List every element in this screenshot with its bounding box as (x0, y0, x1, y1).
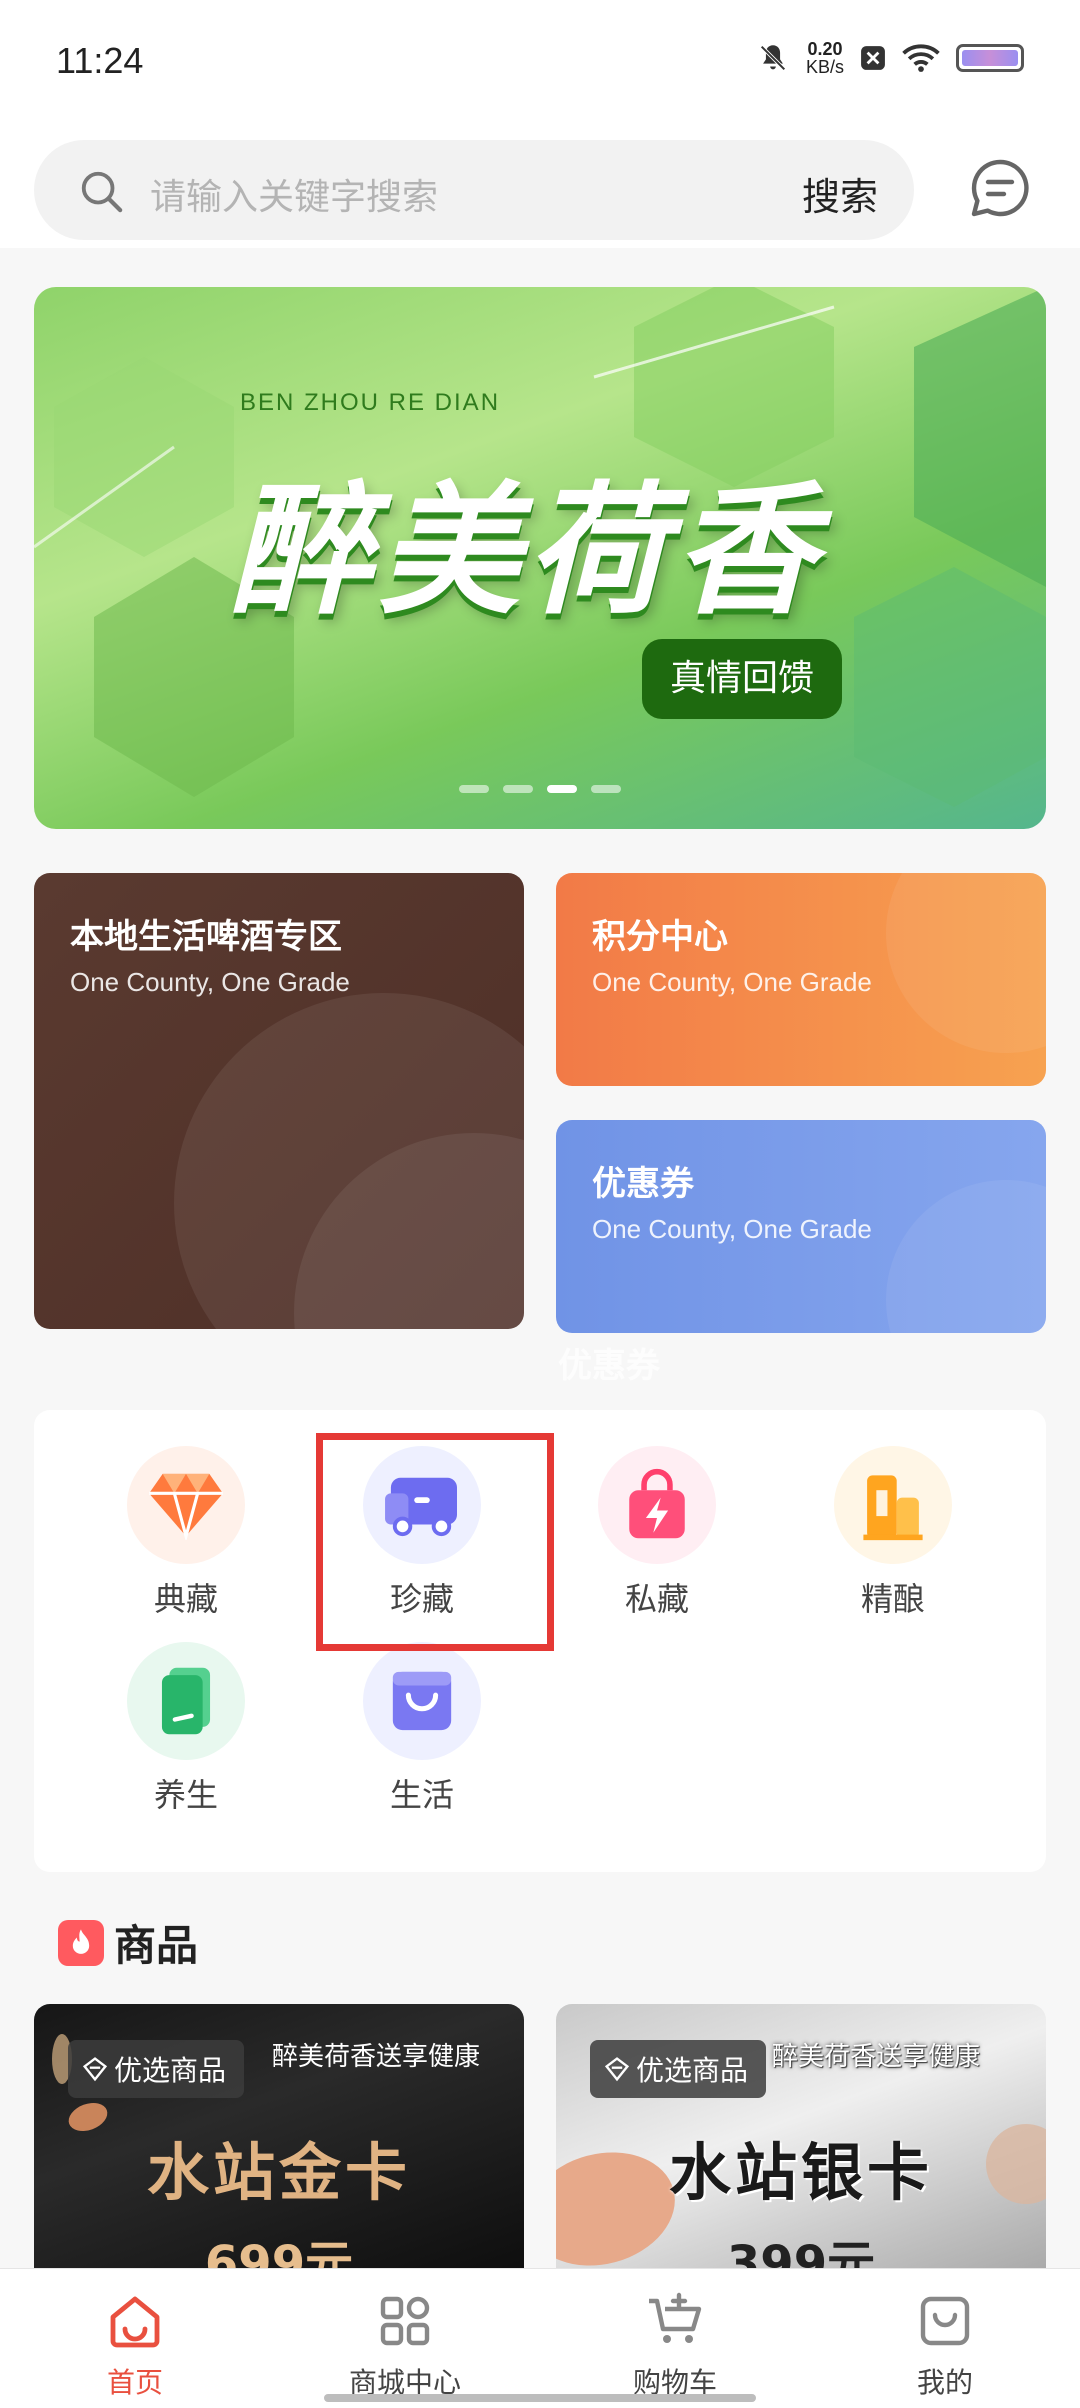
product-tagline: 醉美荷香送享健康 (772, 2042, 981, 2072)
network-speed: 0.20 KB/s (806, 40, 844, 76)
close-box-icon (861, 46, 885, 70)
product-badge: 优选商品 (590, 2040, 767, 2098)
shopping-bag-icon (598, 1446, 716, 1564)
book-icon (127, 1642, 245, 1760)
building-icon (834, 1446, 952, 1564)
profile-bag-icon (920, 2296, 970, 2346)
search-input[interactable]: 请输入关键字搜索 搜索 (34, 140, 914, 240)
search-placeholder: 请输入关键字搜索 (150, 177, 439, 218)
status-time: 11:24 (56, 40, 144, 81)
home-indicator[interactable] (324, 2394, 756, 2402)
nav-mall-center[interactable]: 商城中心 (270, 2269, 540, 2408)
products-section-header: 商品 (58, 1912, 198, 1973)
search-button[interactable]: 搜索 (802, 166, 878, 221)
nav-label: 首页 (106, 2366, 163, 2399)
category-shenghuo[interactable]: 生活 (322, 1642, 522, 1816)
promo-banner[interactable]: BEN ZHOU RE DIAN 醉美荷香 真情回馈 (34, 287, 1046, 829)
product-tagline: 醉美荷香送享健康 (272, 2042, 481, 2072)
category-yangsheng[interactable]: 养生 (86, 1642, 286, 1816)
card-title: 积分中心 (592, 917, 728, 957)
diamond-icon (127, 1446, 245, 1564)
points-center-card[interactable]: 积分中心 One County, One Grade (556, 873, 1046, 1086)
tag-icon (604, 2057, 630, 2082)
product-price: 699元 (204, 2236, 354, 2272)
speed-unit: KB/s (805, 57, 844, 77)
message-icon[interactable] (968, 156, 1032, 220)
category-diancang[interactable]: 典藏 (86, 1446, 286, 1620)
carousel-dot[interactable] (459, 785, 489, 793)
nav-label: 我的 (916, 2366, 973, 2399)
beer-zone-card[interactable]: 本地生活啤酒专区 One County, One Grade (34, 873, 524, 1329)
basket-icon (363, 1642, 481, 1760)
nav-cart[interactable]: 购物车 (540, 2269, 810, 2408)
product-card-silver[interactable]: 优选商品 醉美荷香送享健康 水站银卡 399元 (556, 2004, 1046, 2272)
product-badge: 优选商品 (68, 2040, 245, 2098)
category-label: 典藏 (153, 1580, 218, 1618)
product-price: 399元 (726, 2236, 876, 2272)
carousel-dot[interactable] (591, 785, 621, 793)
wifi-icon (902, 44, 940, 72)
speed-value: 0.20 (807, 39, 843, 59)
banner-action-button[interactable]: 真情回馈 (642, 639, 842, 719)
card-subtitle: One County, One Grade (592, 967, 872, 997)
status-icons: 0.20 KB/s (756, 40, 1024, 76)
carousel-dots (34, 785, 1046, 793)
card-title: 优惠券 (592, 1164, 694, 1204)
nav-profile[interactable]: 我的 (810, 2269, 1080, 2408)
category-sicang[interactable]: 私藏 (557, 1446, 757, 1620)
grid-icon (380, 2296, 430, 2346)
search-icon (81, 171, 123, 213)
category-label: 生活 (389, 1776, 454, 1814)
home-icon (110, 2296, 160, 2348)
product-card-gold[interactable]: 优选商品 醉美荷香送享健康 水站金卡 699元 (34, 2004, 524, 2272)
nav-home[interactable]: 首页 (0, 2269, 270, 2408)
mute-bell-icon (760, 45, 786, 71)
product-badge-label: 优选商品 (114, 2054, 227, 2087)
category-label: 养生 (153, 1776, 218, 1814)
tag-icon (82, 2057, 108, 2082)
category-jingniang[interactable]: 精酿 (793, 1446, 993, 1620)
category-label: 精酿 (860, 1580, 925, 1618)
card-subtitle: One County, One Grade (70, 967, 350, 997)
section-title: 商品 (114, 1921, 199, 1970)
product-name: 水站金卡 (146, 2136, 411, 2209)
banner-subtitle: BEN ZHOU RE DIAN (240, 389, 501, 416)
product-badge-label: 优选商品 (636, 2054, 749, 2087)
battery-icon (956, 44, 1024, 72)
cart-icon (649, 2292, 702, 2343)
card-title: 本地生活啤酒专区 (70, 917, 342, 957)
carousel-dot[interactable] (503, 785, 533, 793)
card-subtitle: One County, One Grade (592, 1214, 872, 1244)
banner-title: 醉美荷香 (230, 469, 822, 634)
fire-icon (58, 1919, 104, 1966)
search-row: 请输入关键字搜索 搜索 (0, 128, 1080, 248)
ghost-label: 优惠券 (558, 1346, 660, 1386)
category-label: 私藏 (624, 1580, 689, 1618)
carousel-dot-active[interactable] (547, 785, 577, 793)
selection-highlight-box (316, 1433, 554, 1651)
coupon-card[interactable]: 优惠券 One County, One Grade (556, 1120, 1046, 1333)
product-name: 水站银卡 (668, 2136, 933, 2209)
status-bar: 11:24 0.20 KB/s (0, 0, 1080, 128)
bottom-navigation: 首页 商城中心 购物车 我的 (0, 2268, 1080, 2408)
